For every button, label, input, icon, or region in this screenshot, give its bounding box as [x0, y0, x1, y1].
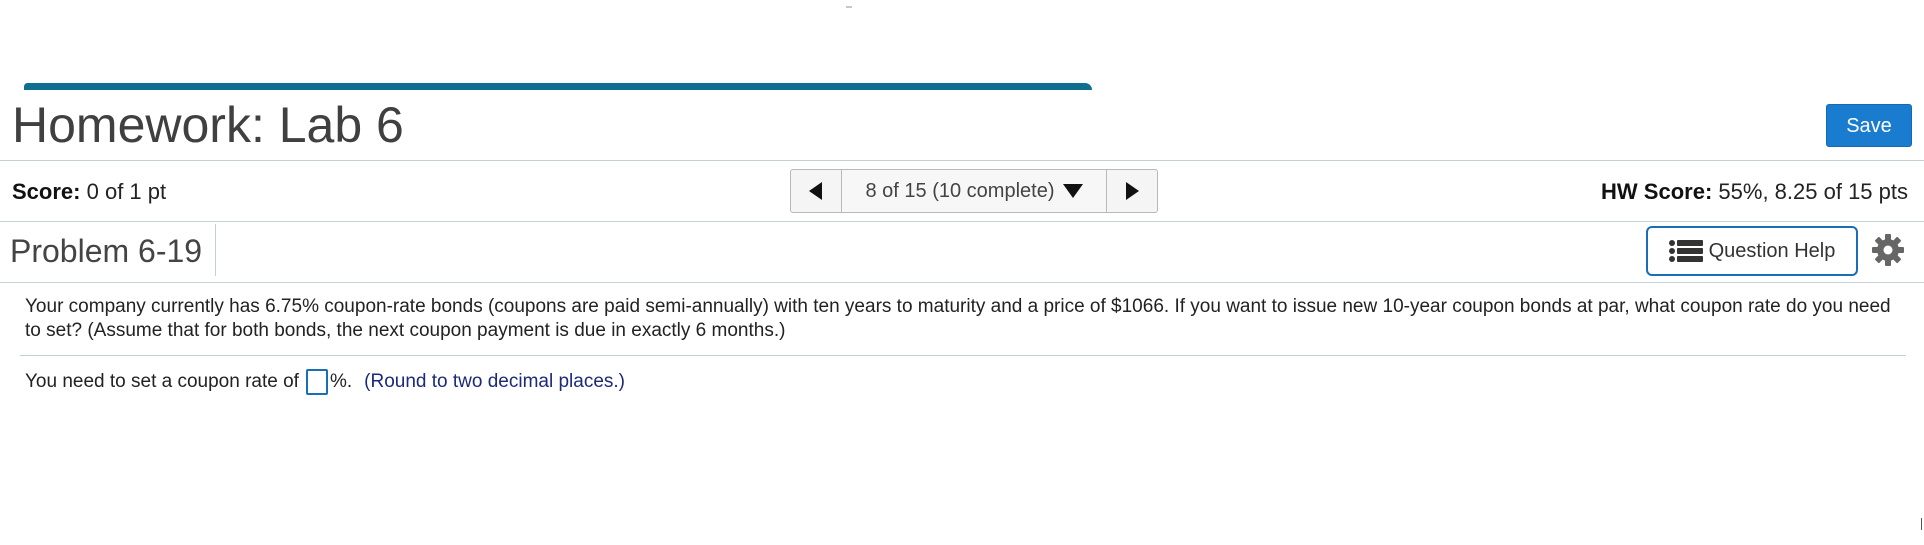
score: Score: 0 of 1 pt — [12, 179, 166, 205]
gear-icon[interactable] — [1872, 234, 1904, 266]
page: Homework: Lab 6 Save Score: 0 of 1 pt 8 … — [0, 0, 1924, 545]
dropdown-caret-icon — [1062, 184, 1083, 198]
score-value: 0 of 1 pt — [86, 179, 167, 204]
question-selector-dropdown[interactable]: 8 of 15 (10 complete) — [842, 170, 1106, 212]
corner-mark — [1921, 518, 1922, 530]
rounding-hint: (Round to two decimal places.) — [364, 371, 625, 392]
question-navigator: 8 of 15 (10 complete) — [790, 169, 1158, 213]
question-text: Your company currently has 6.75% coupon-… — [25, 296, 1891, 341]
top-speck — [846, 6, 852, 8]
hw-score-value: 55%, 8.25 of 15 pts — [1718, 179, 1908, 204]
question-help-label: Question Help — [1708, 239, 1836, 262]
question-help-button[interactable]: Question Help — [1646, 226, 1858, 276]
hw-score: HW Score: 55%, 8.25 of 15 pts — [1601, 179, 1908, 205]
coupon-rate-input[interactable] — [305, 369, 328, 395]
previous-question-button[interactable] — [791, 170, 842, 212]
save-button[interactable]: Save — [1826, 104, 1912, 147]
question-selector-label: 8 of 15 (10 complete) — [865, 179, 1055, 202]
answer-prefix: You need to set a coupon rate of — [25, 371, 299, 392]
divider — [0, 221, 1924, 222]
score-label: Score: — [12, 179, 81, 204]
answer-line: You need to set a coupon rate of %. (Rou… — [25, 368, 625, 396]
next-arrow-icon — [1126, 182, 1139, 200]
hw-score-label: HW Score: — [1601, 179, 1713, 204]
header-accent-bar — [24, 83, 1092, 90]
divider — [0, 282, 1924, 283]
divider — [0, 160, 1924, 161]
next-question-button[interactable] — [1106, 170, 1157, 212]
page-title: Homework: Lab 6 — [12, 97, 404, 153]
previous-arrow-icon — [809, 182, 822, 200]
problem-title: Problem 6-19 — [10, 233, 203, 269]
answer-suffix: %. — [329, 371, 353, 392]
problem-title-divider — [215, 224, 216, 276]
question-divider — [20, 355, 1906, 356]
list-icon — [1668, 240, 1703, 262]
